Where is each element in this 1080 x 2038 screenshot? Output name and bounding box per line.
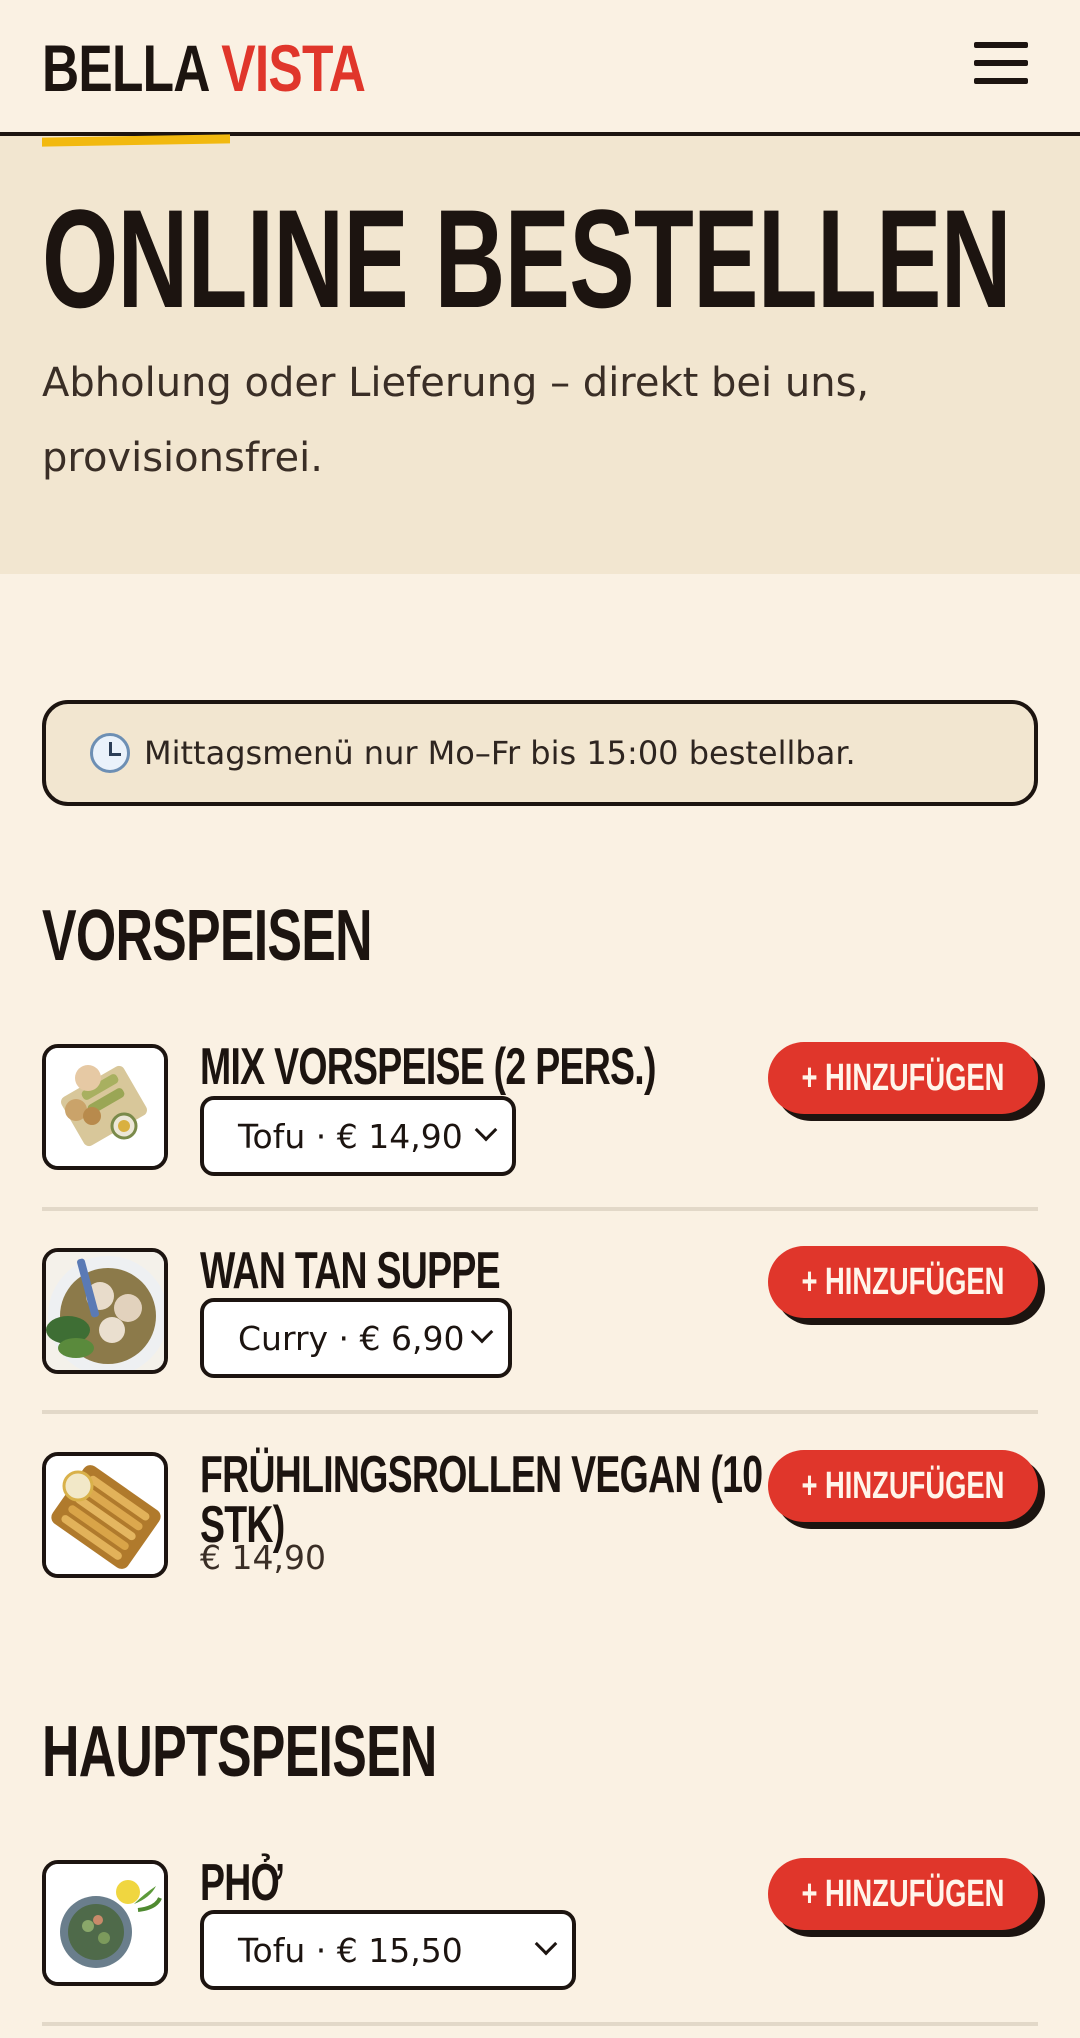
chevron-down-icon [474, 1118, 498, 1142]
dish-image-mix-vorspeise [42, 1044, 168, 1170]
hamburger-icon[interactable] [972, 40, 1030, 90]
variant-select-value: Tofu · € 14,90 [238, 1116, 463, 1156]
variant-select[interactable]: Tofu · € 15,50 [200, 1910, 576, 1990]
hero-accent-bar [42, 134, 230, 147]
dish-name: WAN TAN SUPPE [200, 1242, 501, 1300]
menu-item: PHỞ Tofu · € 15,50 + HINZUFÜGEN [42, 1854, 1038, 1990]
divider [42, 1410, 1038, 1414]
chevron-down-icon [470, 1320, 494, 1344]
chevron-down-icon [534, 1932, 558, 1956]
page-subtitle: Abholung oder Lieferung – direkt bei uns… [42, 360, 870, 481]
add-to-cart-button[interactable]: + HINZUFÜGEN [768, 1450, 1038, 1522]
lunch-notice: Mittagsmenü nur Mo–Fr bis 15:00 bestellb… [42, 700, 1038, 806]
menu-item: WAN TAN SUPPE Curry · € 6,90 + HINZUFÜGE… [42, 1242, 1038, 1378]
hamburger-line [974, 42, 1028, 48]
hero-section: ONLINE BESTELLEN Abholung oder Lieferung… [0, 134, 1080, 574]
section-title-hauptspeisen: HAUPTSPEISEN [42, 1712, 437, 1792]
dish-image-wan-tan-suppe [42, 1248, 168, 1374]
clock-icon [90, 733, 130, 773]
dish-price: € 14,90 [200, 1538, 326, 1577]
hamburger-line [974, 60, 1028, 66]
logo[interactable]: BELLA VISTA [42, 30, 366, 106]
hamburger-line [974, 78, 1028, 84]
dish-name: PHỞ [200, 1854, 283, 1912]
variant-select[interactable]: Tofu · € 14,90 [200, 1096, 516, 1176]
dish-image-fruehlingsrollen [42, 1452, 168, 1578]
add-to-cart-button[interactable]: + HINZUFÜGEN [768, 1246, 1038, 1318]
variant-select-value: Tofu · € 15,50 [238, 1930, 463, 1970]
variant-select[interactable]: Curry · € 6,90 [200, 1298, 512, 1378]
page-title: ONLINE BESTELLEN [42, 180, 1012, 337]
section-title-vorspeisen: VORSPEISEN [42, 896, 373, 976]
menu-item: MIX VORSPEISE (2 PERS.) Tofu · € 14,90 +… [42, 1038, 1038, 1176]
notice-text: Mittagsmenü nur Mo–Fr bis 15:00 bestellb… [144, 734, 856, 772]
divider [42, 2022, 1038, 2026]
divider [42, 1207, 1038, 1211]
variant-select-value: Curry · € 6,90 [238, 1318, 465, 1358]
dish-image-pho [42, 1860, 168, 1986]
logo-part-2: VISTA [221, 31, 366, 105]
menu-item: FRÜHLINGSROLLEN VEGAN (10 STK) € 14,90 +… [42, 1446, 1038, 1582]
dish-name: FRÜHLINGSROLLEN VEGAN (10 STK) [200, 1446, 763, 1554]
add-to-cart-button[interactable]: + HINZUFÜGEN [768, 1858, 1038, 1930]
site-header: BELLA VISTA [0, 0, 1080, 136]
logo-part-1: BELLA [42, 31, 209, 105]
dish-name: MIX VORSPEISE (2 PERS.) [200, 1038, 656, 1096]
add-to-cart-button[interactable]: + HINZUFÜGEN [768, 1042, 1038, 1114]
